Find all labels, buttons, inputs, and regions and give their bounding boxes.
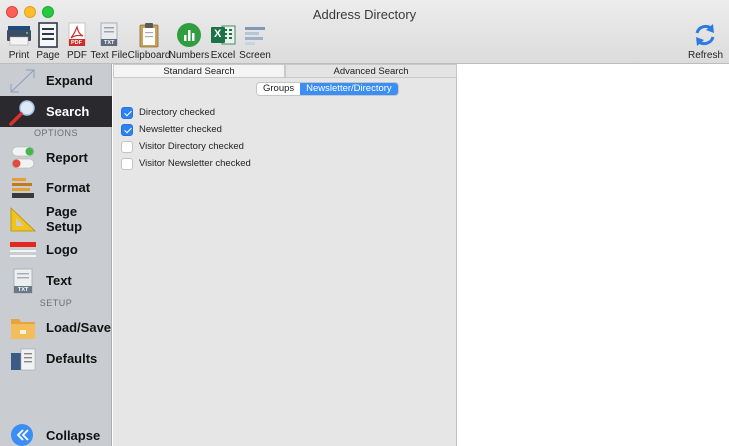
sidebar-item-label: Text: [46, 273, 72, 288]
checkbox-label: Directory checked: [139, 107, 216, 118]
sidebar-item-label: Expand: [46, 73, 93, 88]
sidebar-item-label: Logo: [46, 242, 78, 257]
clipboard-icon: [135, 21, 163, 49]
refresh-button[interactable]: Refresh: [688, 21, 723, 61]
sidebar-item-logo[interactable]: Logo: [0, 234, 112, 265]
text-doc-icon: TXT: [8, 267, 38, 295]
sidebar-item-page-setup[interactable]: Page Setup: [0, 203, 112, 234]
text-file-icon: TXT: [95, 21, 123, 49]
sidebar-item-report[interactable]: Report: [0, 142, 112, 173]
sidebar: Expand Search OPTIONS Report Format Page…: [0, 64, 112, 446]
screen-button[interactable]: Screen: [238, 21, 272, 61]
pdf-button[interactable]: PDF PDF: [64, 21, 90, 61]
segmented-control: Groups Newsletter/Directory: [256, 82, 399, 96]
sidebar-item-label: Load/Save: [46, 320, 112, 335]
pdf-icon: PDF: [63, 21, 91, 49]
sidebar-item-label: Format: [46, 180, 91, 195]
tab-advanced-search[interactable]: Advanced Search: [285, 64, 457, 78]
visitor-directory-checked-option[interactable]: Visitor Directory checked: [121, 138, 251, 155]
window-title: Address Directory: [312, 7, 417, 22]
newsletter-checked-checkbox[interactable]: [121, 123, 133, 136]
clipboard-button[interactable]: Clipboard: [128, 21, 170, 61]
sidebar-item-label: Collapse: [46, 428, 101, 443]
page-button[interactable]: Page: [32, 21, 64, 61]
sidebar-item-expand[interactable]: Expand: [0, 65, 112, 96]
segment-newsletter-directory[interactable]: Newsletter/Directory: [300, 83, 398, 95]
visitor-newsletter-checked-checkbox[interactable]: [121, 157, 133, 170]
clipboard-label: Clipboard: [127, 50, 171, 61]
checkbox-label: Visitor Newsletter checked: [139, 158, 251, 169]
sidebar-item-label: Defaults: [46, 351, 98, 366]
expand-icon: [8, 67, 38, 95]
text-file-button[interactable]: TXT Text File: [90, 21, 128, 61]
pdf-label: PDF: [67, 50, 87, 61]
set-square-icon: [8, 205, 38, 233]
text-file-label: Text File: [90, 50, 128, 61]
page-label: Page: [36, 50, 60, 61]
preview-area: [458, 64, 729, 446]
numbers-label: Numbers: [168, 50, 210, 61]
title-bar: Address Directory Print Page PDF PDF TXT…: [0, 0, 729, 64]
collapse-icon: [8, 422, 38, 446]
section-header-setup: SETUP: [39, 298, 73, 308]
sidebar-item-label: Page Setup: [46, 203, 83, 234]
visitor-newsletter-checked-option[interactable]: Visitor Newsletter checked: [121, 155, 251, 172]
sidebar-item-search[interactable]: Search: [0, 96, 112, 127]
magnifier-icon: [8, 98, 38, 126]
excel-badge: X: [214, 28, 222, 40]
checkbox-label: Visitor Directory checked: [139, 141, 244, 152]
txt-badge: TXT: [18, 286, 29, 293]
sidebar-item-label: Search: [46, 104, 90, 119]
excel-icon: X: [209, 21, 237, 49]
section-header-options: OPTIONS: [33, 128, 78, 138]
sidebar-item-label: Report: [46, 150, 88, 165]
checkbox-list: Directory checked Newsletter checked Vis…: [121, 104, 251, 172]
print-button[interactable]: Print: [6, 21, 32, 61]
refresh-label: Refresh: [687, 50, 723, 61]
search-tabs: Standard Search Advanced Search: [113, 64, 457, 78]
visitor-directory-checked-checkbox[interactable]: [121, 140, 133, 153]
directory-checked-option[interactable]: Directory checked: [121, 104, 251, 121]
refresh-icon: [691, 21, 719, 49]
numbers-icon: [175, 21, 203, 49]
format-icon: [8, 174, 38, 202]
sidebar-item-defaults[interactable]: Defaults: [0, 343, 112, 374]
folder-icon: [8, 314, 38, 342]
sidebar-item-load-save[interactable]: Load/Save: [0, 312, 112, 343]
directory-checked-checkbox[interactable]: [121, 106, 133, 119]
toggle-switch-icon: [8, 144, 38, 172]
screen-label: Screen: [239, 50, 271, 61]
txt-badge: TXT: [104, 40, 115, 46]
defaults-icon: [8, 345, 38, 373]
page-icon: [34, 21, 62, 49]
search-panel: Standard Search Advanced Search Groups N…: [113, 64, 457, 446]
numbers-button[interactable]: Numbers: [168, 21, 210, 61]
newsletter-checked-option[interactable]: Newsletter checked: [121, 121, 251, 138]
screen-icon: [241, 21, 269, 49]
print-label: Print: [8, 50, 30, 61]
printer-icon: [5, 21, 33, 49]
toolbar: Print Page PDF PDF TXT Text File Clipboa…: [6, 21, 272, 61]
checkbox-label: Newsletter checked: [139, 124, 222, 135]
tab-standard-search[interactable]: Standard Search: [113, 64, 285, 78]
excel-label: Excel: [210, 50, 236, 61]
sidebar-item-format[interactable]: Format: [0, 172, 112, 203]
sidebar-item-collapse[interactable]: Collapse: [0, 420, 112, 446]
pdf-badge: PDF: [71, 40, 82, 46]
segment-groups[interactable]: Groups: [257, 83, 301, 95]
logo-icon: [8, 236, 38, 264]
sidebar-item-text[interactable]: TXT Text: [0, 265, 112, 296]
excel-button[interactable]: X Excel: [208, 21, 238, 61]
